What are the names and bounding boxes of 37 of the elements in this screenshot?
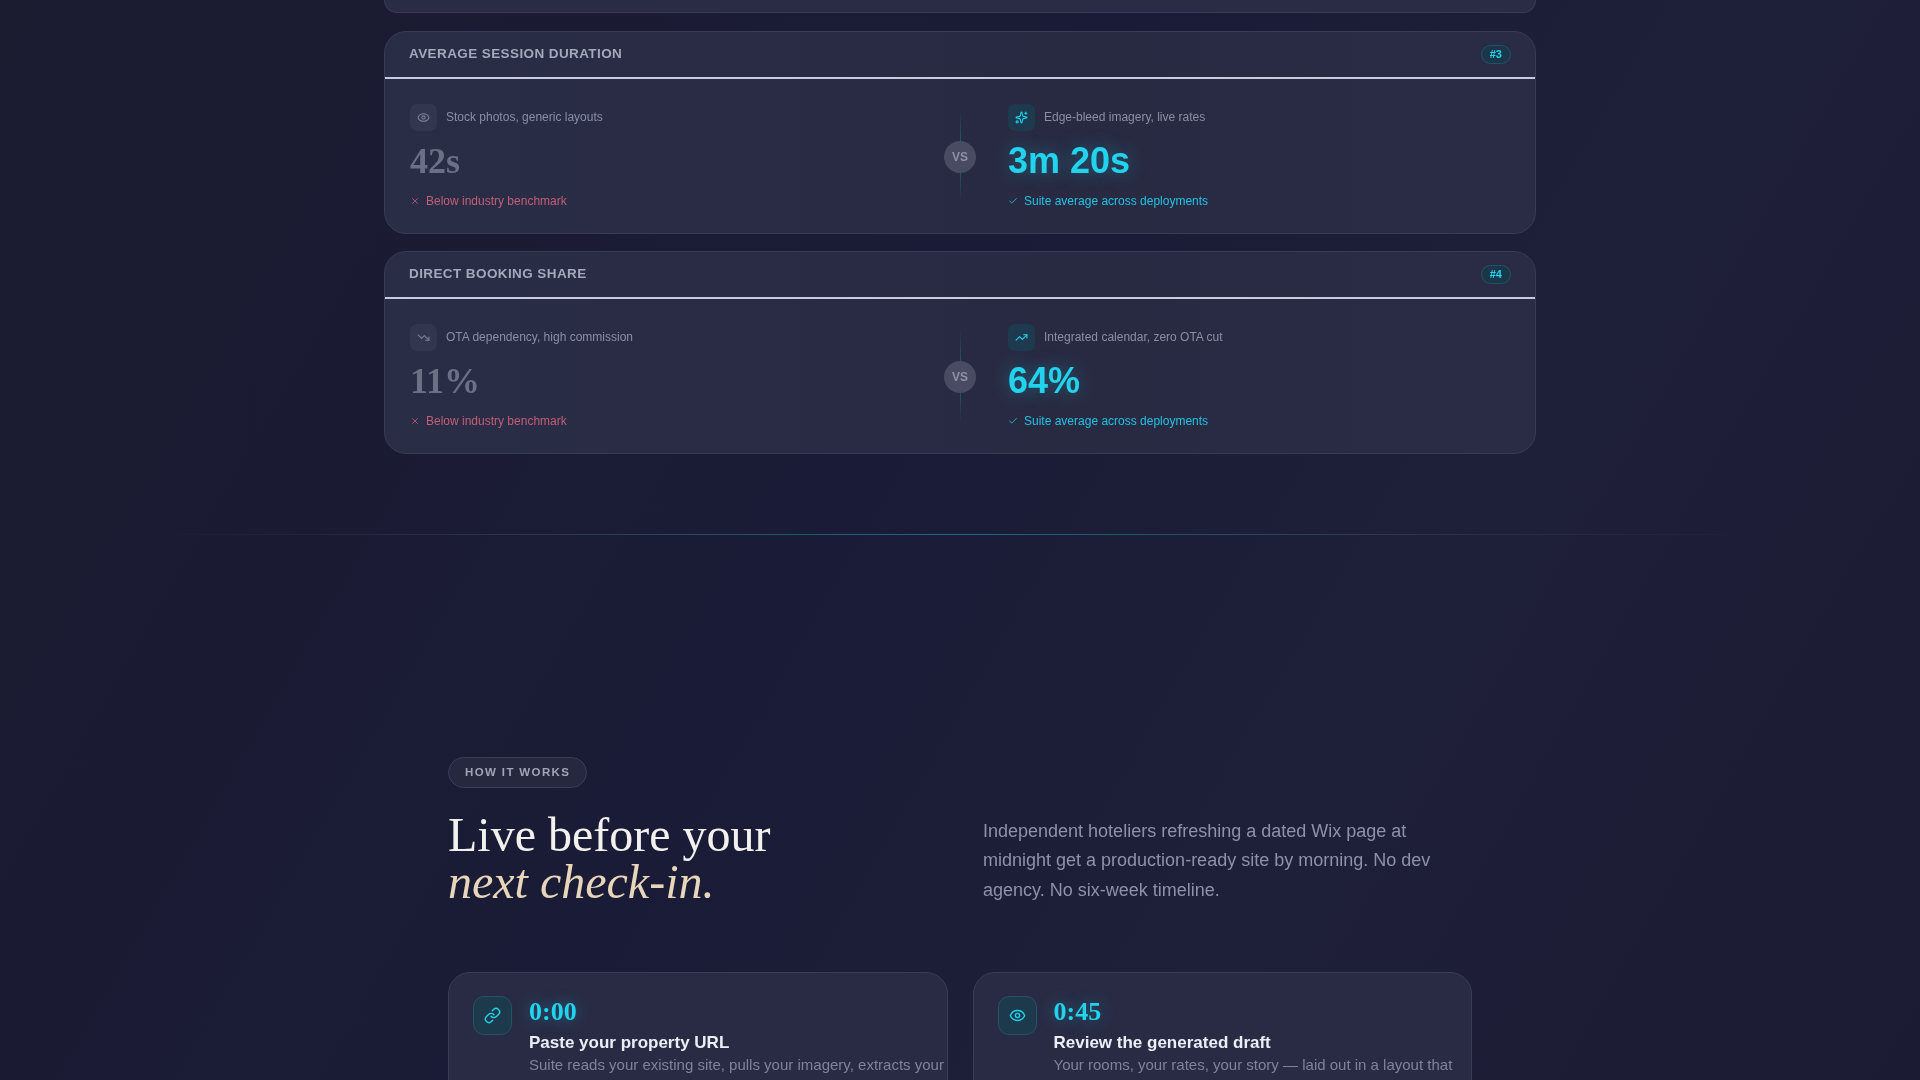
verdict-text: Suite average across deployments: [1024, 193, 1209, 209]
trend-down-icon: [410, 323, 437, 351]
eye-icon: [997, 996, 1037, 1035]
metric-title: DIRECT BOOKING SHARE: [409, 265, 587, 284]
metric-caption: OTA dependency, high commission: [446, 329, 633, 345]
verdict-text: Below industry benchmark: [426, 413, 567, 429]
rank-badge: #3: [1480, 45, 1511, 64]
x-icon: [410, 196, 420, 206]
metric-caption: Stock photos, generic layouts: [446, 109, 603, 125]
section-heading: Live before your next check-in.: [448, 811, 771, 905]
link-icon: [473, 996, 512, 1035]
rank-badge: #4: [1480, 265, 1511, 284]
sparkles-icon: [1008, 103, 1035, 131]
trend-up-icon: [1008, 323, 1035, 351]
metric-title: AVERAGE SESSION DURATION: [409, 45, 623, 64]
step-title: Paste your property URL: [529, 1032, 730, 1054]
step-description: Your rooms, your rates, your story — laid out in a layout that: [1053, 1056, 1453, 1074]
check-icon: [1008, 416, 1018, 426]
metric-caption: Edge-bleed imagery, live rates: [1044, 109, 1206, 125]
section-label: HOW IT WORKS: [448, 757, 588, 788]
metric-caption: Integrated calendar, zero OTA cut: [1044, 329, 1223, 345]
step-description: Suite reads your existing site, pulls your imagery, extracts your: [529, 1056, 944, 1074]
metric-value: 3m 20s: [1008, 141, 1131, 181]
check-icon: [1008, 196, 1018, 206]
step-title: Review the generated draft: [1053, 1032, 1271, 1054]
verdict-text: Below industry benchmark: [426, 193, 567, 209]
step-time: 0:00: [529, 996, 577, 1028]
verdict-text: Suite average across deployments: [1024, 413, 1209, 429]
vs-badge: VS: [944, 360, 976, 393]
section-intro: Independent hoteliers refreshing a dated Wix page at midnight get a production-ready site by morning. No dev agency. No six-week timeline.: [983, 819, 1432, 902]
step-time: 0:45: [1053, 996, 1102, 1028]
metric-value: 64%: [1008, 361, 1081, 401]
eye-icon: [410, 103, 437, 131]
x-icon: [410, 416, 420, 426]
vs-badge: VS: [944, 140, 976, 173]
metric-value: 42s: [410, 141, 460, 181]
metric-value: 11%: [410, 361, 480, 401]
